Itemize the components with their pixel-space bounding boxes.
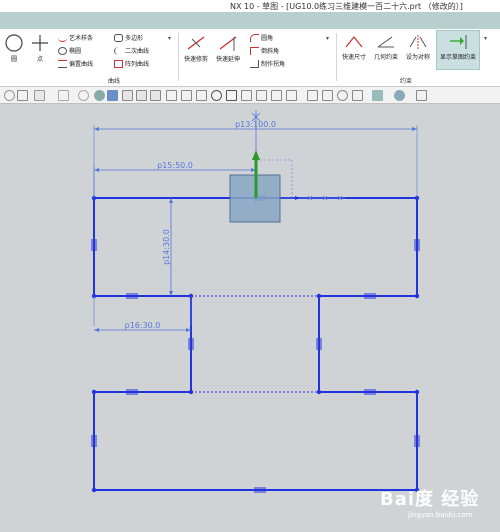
chamfer-button[interactable]: 倒斜角: [250, 46, 279, 55]
grid-icon[interactable]: [226, 90, 237, 101]
orient-icon[interactable]: [322, 90, 333, 101]
offset-curve-button[interactable]: 偏置曲线: [58, 59, 93, 68]
shade-icon[interactable]: [58, 90, 69, 101]
more-curve-dropdown[interactable]: ▾: [168, 35, 171, 42]
view-icon[interactable]: [307, 90, 318, 101]
ribbon-tab-bar: [0, 12, 500, 29]
slash-icon[interactable]: [256, 90, 267, 101]
dimension-p14-text: p14:30.0: [162, 229, 171, 265]
camera-icon[interactable]: [372, 90, 383, 101]
ribbon-separator: [178, 33, 179, 81]
filter-icon[interactable]: [17, 90, 28, 101]
x-axis-arrowhead: [295, 196, 300, 200]
show-constraints-icon: [450, 35, 467, 49]
fit-icon[interactable]: [352, 90, 363, 101]
show-sketch-constraints-button[interactable]: 显示草图约束: [436, 30, 480, 70]
dimension-p15-text: p15:50.0: [157, 161, 193, 170]
offset-curve-icon: [58, 59, 67, 68]
make-symmetric-button[interactable]: 设为对称: [406, 33, 430, 61]
pattern-curve-button[interactable]: 阵列曲线: [114, 59, 149, 68]
polygon-icon: [114, 33, 123, 42]
graphics-window[interactable]: p13:100.0 p15:50.0 p16:30.0 p14:30.0: [0, 105, 500, 532]
ribbon-separator: [336, 33, 337, 81]
ellipse-button[interactable]: 椭圆: [58, 46, 81, 55]
ellipse-icon: [58, 46, 67, 55]
trim-icon: [187, 36, 205, 50]
sketch-vertex: [91, 487, 97, 493]
group-curve-label: 曲线: [108, 78, 121, 85]
curve-icon[interactable]: [166, 90, 177, 101]
node-icon[interactable]: [286, 90, 297, 101]
parallel-icon[interactable]: [196, 90, 207, 101]
snap-icon[interactable]: [4, 90, 15, 101]
corner-icon: [250, 59, 259, 68]
display-icon[interactable]: [394, 90, 405, 101]
more-edit-dropdown[interactable]: ▾: [326, 35, 329, 42]
point-button[interactable]: 点: [30, 33, 50, 63]
pattern-icon: [114, 59, 123, 68]
quick-extend-button[interactable]: 快速延伸: [216, 33, 240, 63]
select-icon[interactable]: [34, 90, 45, 101]
sketch-profile: [93, 197, 418, 491]
perp-icon[interactable]: [181, 90, 192, 101]
circle-center-icon[interactable]: [211, 90, 222, 101]
render-icon[interactable]: [94, 90, 105, 101]
dimension-icon: [345, 36, 363, 48]
conic-button[interactable]: 二次曲线: [114, 46, 149, 55]
dimension-p13-text: p13:100.0: [235, 120, 276, 129]
quick-trim-button[interactable]: 快速修剪: [184, 33, 208, 63]
ribbon: 圆 点 艺术样条 椭圆 偏置曲线 多边形 二次曲线 阵列曲线 ▾ 曲线 快速修剪…: [0, 29, 500, 87]
symmetric-icon: [409, 35, 427, 49]
sketch-vertex: [414, 389, 420, 395]
fillet-button[interactable]: 圆角: [250, 33, 273, 42]
tangent-icon[interactable]: [150, 90, 161, 101]
circle-icon: [5, 34, 23, 52]
chamfer-icon: [250, 46, 259, 55]
sketch-vertex: [188, 389, 194, 395]
sketch-view[interactable]: p13:100.0 p15:50.0 p16:30.0 p14:30.0: [0, 105, 500, 532]
selection-toolbar: [0, 87, 500, 104]
group-constraint-label: 约束: [400, 78, 413, 85]
make-corner-button[interactable]: 制作拐角: [250, 59, 285, 68]
point-on-curve-icon[interactable]: [271, 90, 282, 101]
window-title: NX 10 - 草图 - [UG10.0练习三维建模一百二十六.prt （修改的…: [230, 2, 463, 11]
wire-icon[interactable]: [78, 90, 89, 101]
polygon-button[interactable]: 多边形: [114, 33, 143, 42]
sketch-vertex: [316, 293, 322, 299]
sketch-vertex: [91, 389, 97, 395]
constraint-icon: [377, 36, 394, 48]
line-icon[interactable]: [122, 90, 133, 101]
watermark-url: jingyan.baidu.com: [408, 511, 473, 519]
fillet-icon: [250, 33, 259, 42]
watermark-logo: Bai度 经验: [380, 489, 480, 510]
conic-icon: [114, 46, 123, 55]
geometric-constraint-button[interactable]: 几何约束: [374, 33, 398, 61]
sketch-vertex: [414, 293, 420, 299]
sketch-vertex: [316, 389, 322, 395]
arc-icon[interactable]: [136, 90, 147, 101]
rotate-icon[interactable]: [337, 90, 348, 101]
dimension-p16-text: p16:30.0: [125, 321, 161, 330]
settings-icon[interactable]: [416, 90, 427, 101]
studio-spline-button[interactable]: 艺术样条: [58, 33, 93, 42]
layer-icon[interactable]: [107, 90, 118, 101]
more-constraint-dropdown[interactable]: ▾: [484, 35, 487, 42]
circle-button[interactable]: 圆: [4, 33, 24, 63]
spline-icon: [58, 34, 67, 42]
rapid-dimension-button[interactable]: 快速尺寸: [342, 33, 366, 61]
point-icon: [32, 35, 48, 51]
y-axis-arrowhead: [252, 150, 260, 160]
extend-icon: [219, 36, 237, 51]
title-bar: NX 10 - 草图 - [UG10.0练习三维建模一百二十六.prt （修改的…: [0, 0, 500, 12]
point-icon[interactable]: [241, 90, 252, 101]
